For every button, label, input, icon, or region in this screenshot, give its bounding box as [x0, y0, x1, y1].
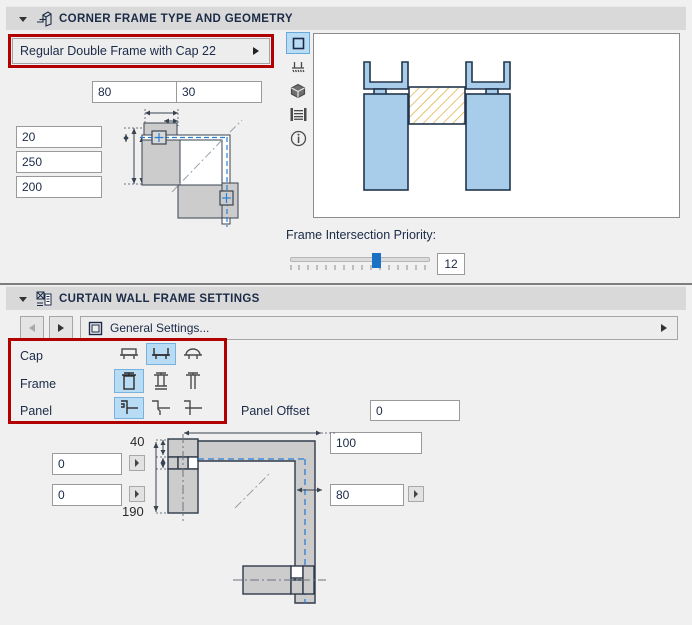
geometry-left-top-input[interactable]: 0	[52, 453, 122, 475]
panel-offset-input[interactable]: 0	[370, 400, 460, 421]
frame-preview-canvas	[313, 33, 680, 218]
section-title-corner-frame: CORNER FRAME TYPE AND GEOMETRY	[59, 12, 293, 25]
3d-model-icon[interactable]	[286, 80, 310, 102]
frame-label: Frame	[20, 377, 57, 391]
section-header-corner-frame[interactable]: CORNER FRAME TYPE AND GEOMETRY	[6, 6, 686, 30]
general-settings-label: General Settings...	[110, 321, 210, 335]
panel-offset-label: Panel Offset	[241, 404, 310, 418]
corner-frame-icon	[35, 10, 53, 28]
frame-intersection-priority-label: Frame Intersection Priority:	[286, 228, 437, 242]
corner-depth-b-input[interactable]: 250	[16, 151, 102, 173]
panel-flush-icon[interactable]	[178, 397, 208, 419]
frame-square-icon	[88, 321, 103, 336]
corner-geometry-diagram	[123, 109, 243, 227]
prev-preset-button[interactable]	[20, 316, 44, 340]
curtain-wall-geometry-diagram	[153, 430, 335, 604]
triangle-down-icon[interactable]	[18, 294, 28, 304]
frame-t-icon[interactable]	[178, 369, 208, 393]
priority-value-input[interactable]: 12	[437, 253, 465, 275]
info-icon[interactable]	[286, 127, 310, 149]
section-divider	[0, 283, 692, 285]
section-header-curtain-wall[interactable]: CURTAIN WALL FRAME SETTINGS	[6, 286, 686, 310]
general-settings-bar[interactable]: General Settings...	[80, 316, 678, 340]
section-title-curtain-wall: CURTAIN WALL FRAME SETTINGS	[59, 292, 260, 305]
2d-symbol-icon[interactable]	[286, 32, 310, 54]
frame-type-value: Regular Double Frame with Cap 22	[20, 44, 216, 58]
cap-flat-icon[interactable]	[114, 343, 144, 365]
elevation-icon[interactable]	[286, 103, 310, 125]
curtain-wall-icon	[35, 290, 53, 308]
corner-depth-c-input[interactable]: 200	[16, 176, 102, 198]
panel-offset-icon[interactable]	[146, 397, 176, 419]
cap-u-icon[interactable]	[146, 343, 176, 365]
cap-label: Cap	[20, 349, 43, 363]
panel-label: Panel	[20, 404, 52, 418]
frame-type-combobox[interactable]: Regular Double Frame with Cap 22	[12, 38, 270, 64]
frame-box-icon[interactable]	[114, 369, 144, 393]
priority-slider-thumb[interactable]	[372, 253, 381, 268]
cap-round-icon[interactable]	[178, 343, 208, 365]
next-preset-button[interactable]	[49, 316, 73, 340]
priority-slider-ticks	[290, 265, 426, 270]
priority-slider-track[interactable]	[290, 257, 430, 262]
corner-depth-a-input[interactable]: 20	[16, 126, 102, 148]
geometry-left-bottom-input[interactable]: 0	[52, 484, 122, 506]
geometry-right-bottom-stepper[interactable]	[408, 486, 424, 502]
panel-inset-icon[interactable]	[114, 397, 144, 419]
curtain-wall-settings-panel: CORNER FRAME TYPE AND GEOMETRY Regular D…	[0, 0, 692, 625]
corner-width-a-input[interactable]: 80	[92, 81, 182, 103]
chevron-right-icon[interactable]	[252, 46, 260, 56]
chevron-right-icon[interactable]	[660, 323, 668, 333]
corner-width-b-input[interactable]: 30	[176, 81, 262, 103]
triangle-down-icon[interactable]	[18, 14, 28, 24]
section-icon[interactable]	[286, 56, 310, 78]
frame-i-icon[interactable]	[146, 369, 176, 393]
